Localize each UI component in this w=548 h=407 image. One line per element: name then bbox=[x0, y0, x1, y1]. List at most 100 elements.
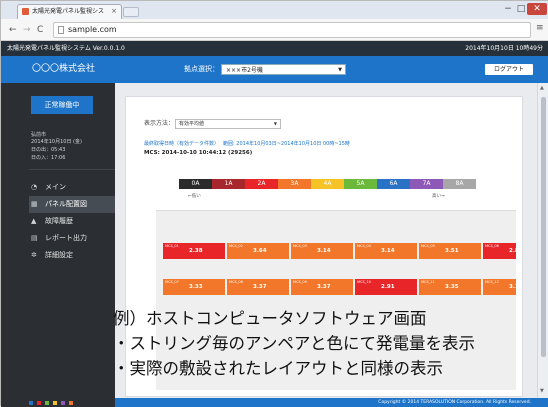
legend-cell: 8A bbox=[443, 179, 476, 189]
new-tab-button[interactable] bbox=[123, 7, 139, 17]
string-current: 3.64 bbox=[253, 248, 267, 254]
string-id: MCS_11 bbox=[421, 280, 435, 284]
sidebar: 正常稼働中 弘前市 2014年10月10日 (金) 日の出：05:43 日の入：… bbox=[1, 83, 115, 407]
display-method-label: 表示方法： bbox=[144, 120, 175, 127]
taskbar-indicator bbox=[53, 401, 57, 405]
browser-window: 太陽光発電パネル監視シス × − □ ✕ ← → C sample.com ≡ … bbox=[0, 0, 548, 407]
browser-tab[interactable]: 太陽光発電パネル監視シス × bbox=[17, 4, 122, 19]
browser-menu-icon[interactable]: ≡ bbox=[536, 23, 544, 33]
forward-icon[interactable]: → bbox=[23, 24, 31, 36]
sidebar-item-main[interactable]: ◔ メイン bbox=[29, 179, 115, 196]
status-button[interactable]: 正常稼働中 bbox=[31, 96, 93, 114]
caption-line-2: ・ストリング毎のアンペアと色にて発電量を表示 bbox=[113, 334, 476, 353]
string-id: MCS_08 bbox=[229, 280, 243, 284]
acquisition-info: 最終取得日時（有効データ件数） 範囲: 2014年10月03日~2014年10月1… bbox=[144, 141, 350, 148]
reload-icon[interactable]: C bbox=[37, 24, 43, 36]
sidebar-item-label: レポート出力 bbox=[45, 234, 87, 242]
display-method-value: 有効平均値 bbox=[179, 121, 205, 127]
string-id: MCS_01 bbox=[165, 244, 179, 248]
string-current: 2.38 bbox=[189, 248, 203, 254]
display-method-select[interactable]: 有効平均値 ▼ bbox=[175, 119, 281, 129]
site-select-value: ×××市2号機 bbox=[226, 67, 263, 74]
sidebar-item-report[interactable]: ▤ レポート出力 bbox=[29, 230, 115, 247]
legend-cell: 4A bbox=[311, 179, 344, 189]
string-box[interactable]: MCS_09 3.37 bbox=[291, 279, 353, 295]
app-title-bar: 太陽光発電パネル監視システム Ver.0.0.1.0 2014年10月10日 1… bbox=[1, 41, 548, 56]
string-id: MCS_04 bbox=[357, 244, 371, 248]
back-icon[interactable]: ← bbox=[9, 24, 17, 36]
app-title: 太陽光発電パネル監視システム Ver.0.0.1.0 bbox=[7, 45, 125, 52]
sidebar-item-label: 詳細設定 bbox=[45, 251, 73, 259]
site-select[interactable]: ×××市2号機 ▼ bbox=[221, 64, 346, 75]
string-current: 3.37 bbox=[253, 284, 267, 290]
legend-cell: 5A bbox=[344, 179, 377, 189]
string-box[interactable]: MCS_05 3.51 bbox=[419, 243, 481, 259]
legend-cell: 7A bbox=[410, 179, 443, 189]
string-current: 3.1 bbox=[509, 284, 516, 290]
favicon-icon bbox=[22, 8, 29, 15]
taskbar-indicator bbox=[37, 401, 41, 405]
taskbar-indicator bbox=[29, 401, 33, 405]
sidebar-item-settings[interactable]: ✲ 詳細設定 bbox=[29, 247, 115, 264]
caption-overlay: 例）ホストコンピュータソフトウェア画面 ・ストリング毎のアンペアと色にて発電量を… bbox=[113, 306, 543, 381]
string-id: MCS_10 bbox=[357, 280, 371, 284]
url-text: sample.com bbox=[68, 25, 117, 34]
acquisition-label: 最終取得日時（有効データ件数） bbox=[144, 141, 220, 147]
logout-button[interactable]: ログアウト bbox=[485, 64, 533, 75]
sidebar-item-panel-layout[interactable]: ▦ パネル配置図 bbox=[29, 196, 115, 213]
sidebar-item-label: 故障履歴 bbox=[45, 217, 73, 225]
string-current: 3.37 bbox=[317, 284, 331, 290]
string-box[interactable]: MCS_12 3.1 bbox=[483, 279, 516, 295]
address-toolbar: ← → C sample.com ≡ bbox=[1, 19, 548, 41]
document-icon: ▤ bbox=[31, 234, 38, 242]
taskbar-indicator bbox=[45, 401, 49, 405]
company-name: 〇〇〇株式会社 bbox=[32, 64, 96, 74]
string-current: 3.14 bbox=[317, 248, 331, 254]
legend-high-label: 高い→ bbox=[432, 194, 445, 199]
string-box[interactable]: MCS_11 3.35 bbox=[419, 279, 481, 295]
chevron-down-icon: ▼ bbox=[338, 67, 342, 73]
string-box[interactable]: MCS_08 3.37 bbox=[227, 279, 289, 295]
gear-icon: ✲ bbox=[31, 251, 37, 259]
taskbar-indicator bbox=[69, 401, 73, 405]
tab-title: 太陽光発電パネル監視シス bbox=[32, 8, 105, 15]
legend-cell: 6A bbox=[377, 179, 410, 189]
caption-line-1: 例）ホストコンピュータソフトウェア画面 bbox=[113, 309, 427, 328]
string-id: MCS_03 bbox=[293, 244, 307, 248]
string-current: 3.51 bbox=[445, 248, 459, 254]
current-datetime: 2014年10月10日 10時49分 bbox=[465, 45, 543, 52]
string-box[interactable]: MCS_03 3.14 bbox=[291, 243, 353, 259]
scroll-up-icon[interactable]: ▲ bbox=[540, 85, 544, 91]
tab-close-icon[interactable]: × bbox=[111, 5, 117, 18]
close-window-button[interactable]: ✕ bbox=[527, 3, 547, 15]
string-box[interactable]: MCS_06 2.8 bbox=[483, 243, 516, 259]
string-current: 3.33 bbox=[189, 284, 203, 290]
app-header: 〇〇〇株式会社 拠点選択： ×××市2号機 ▼ ログアウト bbox=[1, 56, 548, 83]
string-box[interactable]: MCS_04 3.14 bbox=[355, 243, 417, 259]
sidebar-divider bbox=[29, 169, 115, 170]
scroll-down-icon[interactable]: ▼ bbox=[540, 388, 544, 394]
dashboard-icon: ◔ bbox=[31, 183, 38, 191]
string-box[interactable]: MCS_10 2.91 bbox=[355, 279, 417, 295]
location-city: 弘前市 bbox=[31, 132, 47, 138]
minimize-button[interactable]: − bbox=[501, 3, 515, 15]
page-icon bbox=[58, 26, 64, 34]
legend-cell: 3A bbox=[278, 179, 311, 189]
url-input[interactable]: sample.com bbox=[53, 22, 531, 38]
string-current: 2.91 bbox=[381, 284, 395, 290]
acquisition-range: 範囲: 2014年10月03日~2014年10月10日 00時~15時 bbox=[223, 141, 350, 147]
string-box[interactable]: MCS_07 3.33 bbox=[163, 279, 225, 295]
string-current: 2.8 bbox=[509, 248, 516, 254]
location-date: 2014年10月10日 (金) bbox=[31, 139, 82, 145]
grid-icon: ▦ bbox=[31, 200, 38, 208]
site-select-label: 拠点選択： bbox=[184, 65, 219, 73]
sidebar-item-label: メイン bbox=[45, 183, 66, 191]
caption-line-3: ・実際の敷設されたレイアウトと同様の表示 bbox=[113, 359, 443, 378]
string-current: 3.14 bbox=[381, 248, 395, 254]
maximize-button[interactable]: □ bbox=[515, 3, 527, 15]
sidebar-item-fault-history[interactable]: ▲ 故障履歴 bbox=[29, 213, 115, 230]
legend-cell: 1A bbox=[212, 179, 245, 189]
string-box[interactable]: MCS_01 2.38 bbox=[163, 243, 225, 259]
string-box[interactable]: MCS_02 3.64 bbox=[227, 243, 289, 259]
taskbar-indicator bbox=[61, 401, 65, 405]
